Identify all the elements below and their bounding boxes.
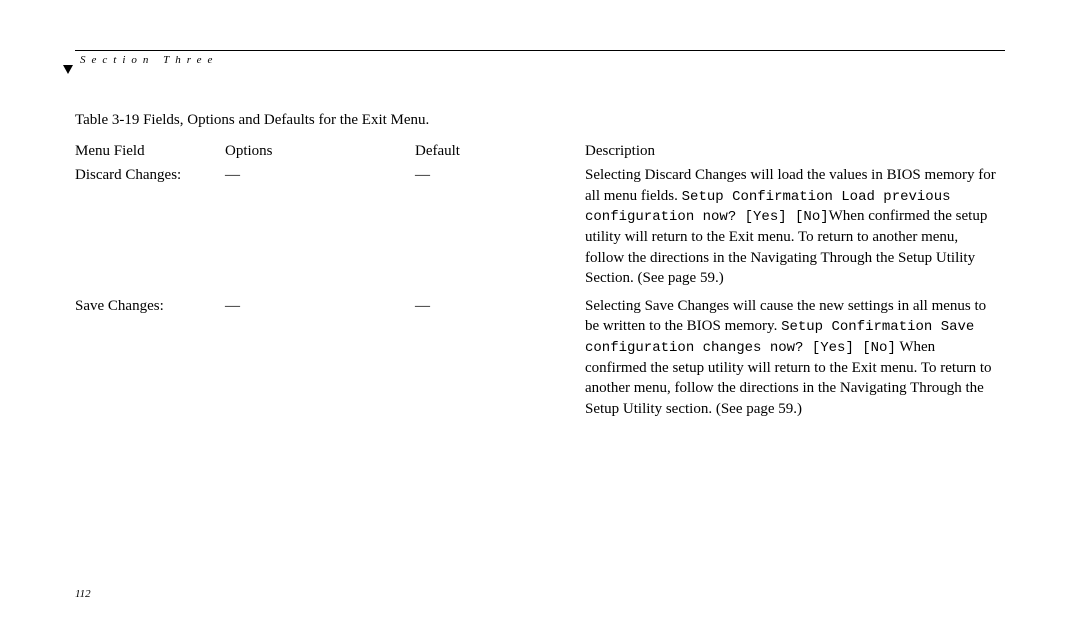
cell-field: Save Changes: — [75, 294, 225, 425]
cell-description: Selecting Save Changes will cause the ne… — [585, 294, 1005, 425]
cell-description: Selecting Discard Changes will load the … — [585, 163, 1005, 294]
table-header-row: Menu Field Options Default Description — [75, 139, 1005, 163]
section-heading: Section Three — [75, 54, 1005, 66]
document-page: Section Three Table 3-19 Fields, Options… — [0, 0, 1080, 630]
cell-options: — — [225, 163, 415, 294]
col-header-options: Options — [225, 139, 415, 163]
cell-options: — — [225, 294, 415, 425]
cell-field: Discard Changes: — [75, 163, 225, 294]
header-pointer-icon — [63, 65, 73, 74]
header-rule — [75, 50, 1005, 51]
table-caption: Table 3-19 Fields, Options and Defaults … — [75, 112, 1005, 129]
col-header-field: Menu Field — [75, 139, 225, 163]
exit-menu-table: Menu Field Options Default Description D… — [75, 139, 1005, 425]
page-number: 112 — [75, 588, 91, 600]
table-row: Discard Changes: — — Selecting Discard C… — [75, 163, 1005, 294]
cell-default: — — [415, 294, 585, 425]
col-header-desc: Description — [585, 139, 1005, 163]
cell-default: — — [415, 163, 585, 294]
col-header-default: Default — [415, 139, 585, 163]
table-row: Save Changes: — — Selecting Save Changes… — [75, 294, 1005, 425]
